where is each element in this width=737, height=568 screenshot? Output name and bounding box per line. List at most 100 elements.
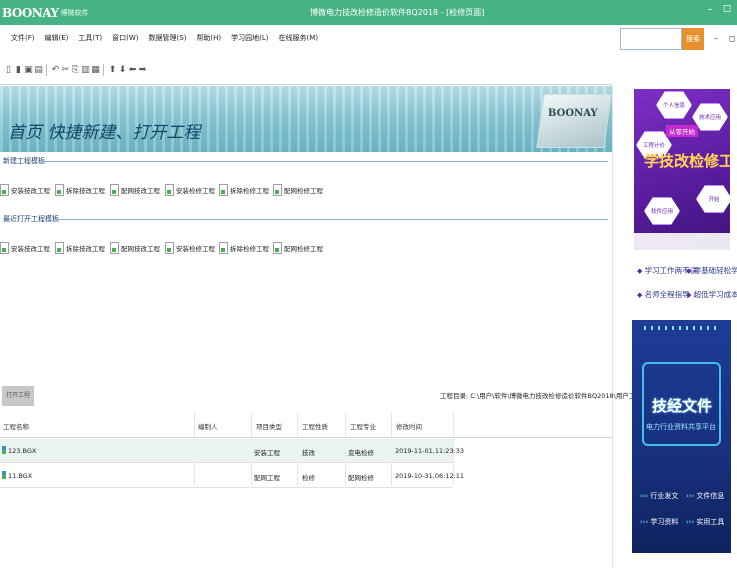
project-label: 配网检修工程: [284, 187, 323, 195]
ad-dot-pattern: [644, 326, 720, 330]
project-file-icon: [273, 242, 282, 254]
table-header: 工程名称 编制人 项目类型 工程性质 工程专业 修改时间: [0, 413, 612, 438]
column-header[interactable]: 修改时间: [396, 421, 422, 431]
minimize-button[interactable]: –: [704, 4, 716, 18]
menu-learning[interactable]: 学习园地(L): [229, 31, 270, 45]
menu-edit[interactable]: 编辑(E): [43, 31, 71, 45]
delete-icon[interactable]: ▦: [91, 64, 100, 77]
recent-project-demolition-renovation[interactable]: 拆除技改工程: [55, 238, 105, 258]
section-title-recent: 最近打开工程模板: [3, 215, 59, 223]
ad-hex-label: 个人信息: [656, 91, 692, 119]
ad-hex-label: 开始: [696, 185, 730, 213]
ad-link[interactable]: 零基础轻松学: [686, 265, 737, 276]
title-bar: BOONAY 博微软件 博微电力技改检修造价软件BQ2018 - [检修页面] …: [0, 0, 737, 25]
menu-data-management[interactable]: 数据管理(S): [147, 31, 189, 45]
window-title: 博微电力技改检修造价软件BQ2018 - [检修页面]: [310, 8, 485, 17]
search-button[interactable]: 搜索: [682, 28, 704, 50]
cell-name: 11.BGX: [8, 472, 33, 480]
banner-heading: 首页 快捷新建、打开工程: [8, 123, 201, 143]
recent-project-install-renovation[interactable]: 安装技改工程: [0, 238, 50, 258]
ad-feature[interactable]: 文件信息: [686, 491, 724, 501]
ad-course-banner[interactable]: 个人信息 技术应用 工程计价 开始 软件应用 从零开始 学技改检修工程: [634, 89, 730, 250]
new-project-distribution-maintenance[interactable]: 配网检修工程: [273, 180, 323, 200]
project-file-icon: [219, 184, 228, 196]
cell-name: 123.BGX: [8, 447, 37, 455]
menu-tools[interactable]: 工具(T): [76, 31, 104, 45]
ad-hex-label: 软件应用: [644, 197, 680, 225]
restore-button[interactable]: ◻: [720, 3, 734, 19]
arrow-left-icon[interactable]: ⬅: [128, 64, 137, 77]
column-header[interactable]: 工程名称: [3, 421, 29, 431]
ad-title: 技经文件: [652, 397, 713, 415]
cut-icon[interactable]: ✂: [61, 64, 70, 77]
ad-feature[interactable]: 实用工具: [686, 517, 724, 527]
column-header[interactable]: 工程性质: [302, 421, 328, 431]
table-row[interactable]: 11.BGX 配网工程 检修 配网检修 2019-10-31,06:12:11: [0, 464, 464, 488]
new-project-distribution-renovation[interactable]: 配网技改工程: [110, 180, 160, 200]
project-file-icon: [165, 242, 174, 254]
save-icon[interactable]: ▣: [24, 64, 33, 77]
divider: [0, 84, 612, 85]
section-divider: [43, 161, 608, 162]
cell-nature: 检修: [302, 474, 315, 482]
panel-minimize-button[interactable]: –: [714, 34, 718, 43]
column-header[interactable]: 工程专业: [350, 421, 376, 431]
project-file-icon: [0, 242, 9, 254]
arrow-up-icon[interactable]: ⬆: [108, 64, 117, 77]
ad-feature[interactable]: 学习资料: [640, 517, 678, 527]
new-file-icon[interactable]: ▯: [4, 64, 13, 77]
project-file-icon: [110, 184, 119, 196]
menu-online-service[interactable]: 在线服务(M): [277, 31, 321, 45]
cell-nature: 技改: [302, 449, 315, 457]
new-project-demolition-maintenance[interactable]: 拆除检修工程: [219, 180, 269, 200]
column-header[interactable]: 编制人: [198, 421, 218, 431]
project-file-icon: [165, 184, 174, 196]
ad-link[interactable]: 超低学习成本: [686, 289, 737, 300]
new-project-install-maintenance[interactable]: 安装检修工程: [165, 180, 215, 200]
table-row[interactable]: 123.BGX 安装工程 技改 变电检修 2019-11-01,11:23:33: [0, 439, 464, 463]
column-header[interactable]: 项目类型: [256, 421, 282, 431]
open-folder-icon[interactable]: ▮: [14, 64, 23, 77]
recent-project-install-maintenance[interactable]: 安装检修工程: [165, 238, 215, 258]
arrow-down-icon[interactable]: ⬇: [118, 64, 127, 77]
recent-project-distribution-renovation[interactable]: 配网技改工程: [110, 238, 160, 258]
menu-help[interactable]: 帮助(H): [194, 31, 223, 45]
toolbar: ▯ ▮ ▣ ▤ ↶ ✂ ⎘ ▥ ▦ ⬆ ⬇ ⬅ ➡: [0, 62, 147, 78]
recent-project-distribution-maintenance[interactable]: 配网检修工程: [273, 238, 323, 258]
app-window: BOONAY 博微软件 博微电力技改检修造价软件BQ2018 - [检修页面] …: [0, 0, 737, 568]
cell-type: 配网工程: [254, 474, 280, 482]
project-label: 拆除技改工程: [66, 187, 105, 195]
project-label: 配网检修工程: [284, 245, 323, 253]
menu-window[interactable]: 窗口(W): [110, 31, 140, 45]
panel-restore-button[interactable]: ◻: [729, 34, 736, 43]
logo-subtitle: 博微软件: [60, 8, 89, 17]
cell-specialty: 变电检修: [348, 449, 374, 457]
save-all-icon[interactable]: ▤: [34, 64, 43, 77]
copy-icon[interactable]: ⎘: [71, 64, 80, 77]
undo-icon[interactable]: ↶: [51, 64, 60, 77]
project-directory: 工程目录: C:\用户\软件\博微电力技改检修造价软件BQ2018\用户工程\2…: [440, 392, 661, 400]
search-input[interactable]: [620, 28, 682, 50]
ad-document-platform[interactable]: 技经文件 电力行业资料共享平台 行业发文 文件信息 学习资料 实用工具: [632, 320, 731, 553]
recent-project-demolition-maintenance[interactable]: 拆除检修工程: [219, 238, 269, 258]
project-label: 配网技改工程: [121, 245, 160, 253]
divider: [612, 85, 613, 568]
arrow-right-icon[interactable]: ➡: [138, 64, 147, 77]
ad-feature[interactable]: 行业发文: [640, 491, 678, 501]
cell-specialty: 配网检修: [348, 474, 374, 482]
project-label: 拆除检修工程: [230, 187, 269, 195]
menu-file[interactable]: 文件(F): [9, 31, 37, 45]
new-project-install-renovation[interactable]: 安装技改工程: [0, 180, 50, 200]
ad-headline: 学技改检修工程: [644, 152, 730, 170]
banner-logo: BOONAY: [548, 108, 598, 119]
ad-link[interactable]: 名师全程指导: [637, 289, 690, 300]
toolbar-separator: [46, 64, 47, 76]
cell-time: 2019-11-01,11:23:33: [395, 447, 465, 455]
project-file-icon: [0, 184, 9, 196]
new-project-demolition-renovation[interactable]: 拆除技改工程: [55, 180, 105, 200]
project-file-icon: [110, 242, 119, 254]
project-label: 拆除技改工程: [66, 245, 105, 253]
paste-icon[interactable]: ▥: [81, 64, 90, 77]
open-project-button[interactable]: 打开工程: [2, 386, 34, 406]
ad-subtitle: 电力行业资料共享平台: [646, 423, 716, 431]
